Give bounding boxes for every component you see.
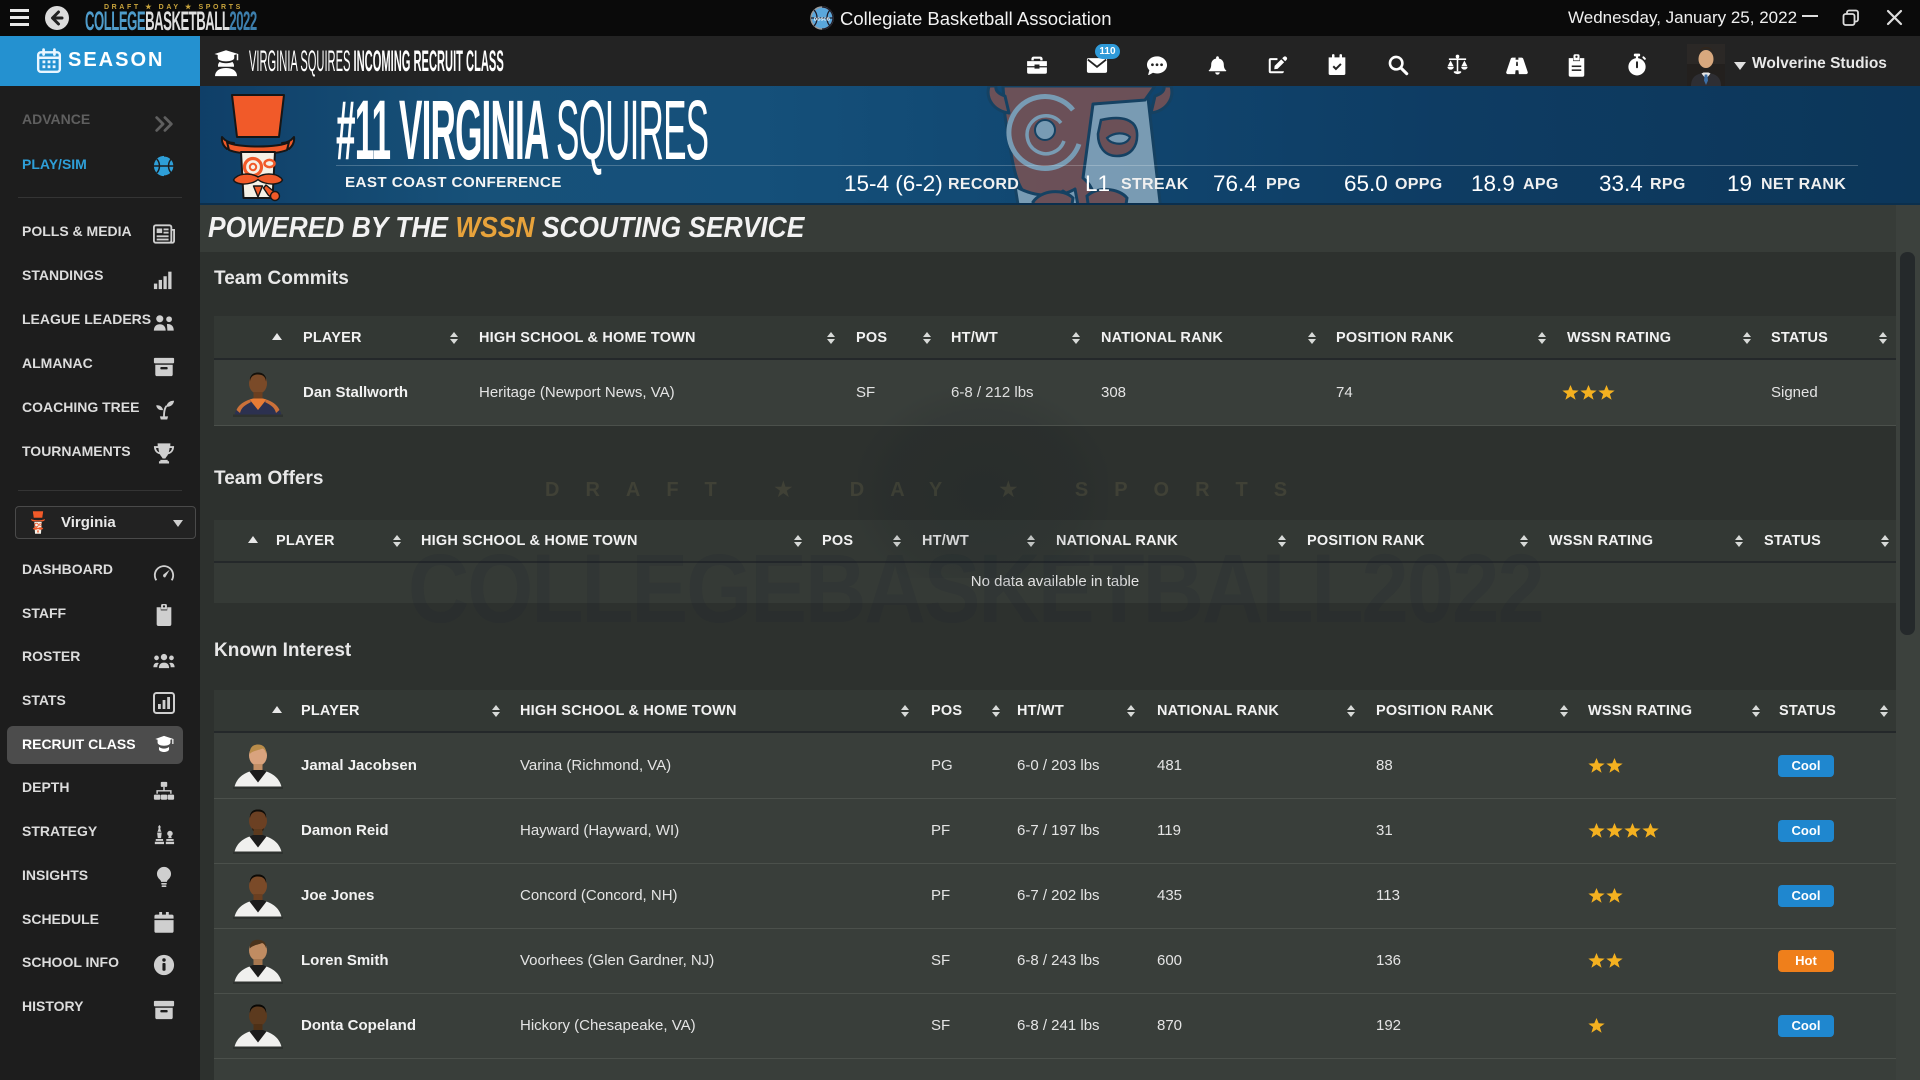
svg-text:DDSCB: DDSCB [814, 17, 831, 22]
